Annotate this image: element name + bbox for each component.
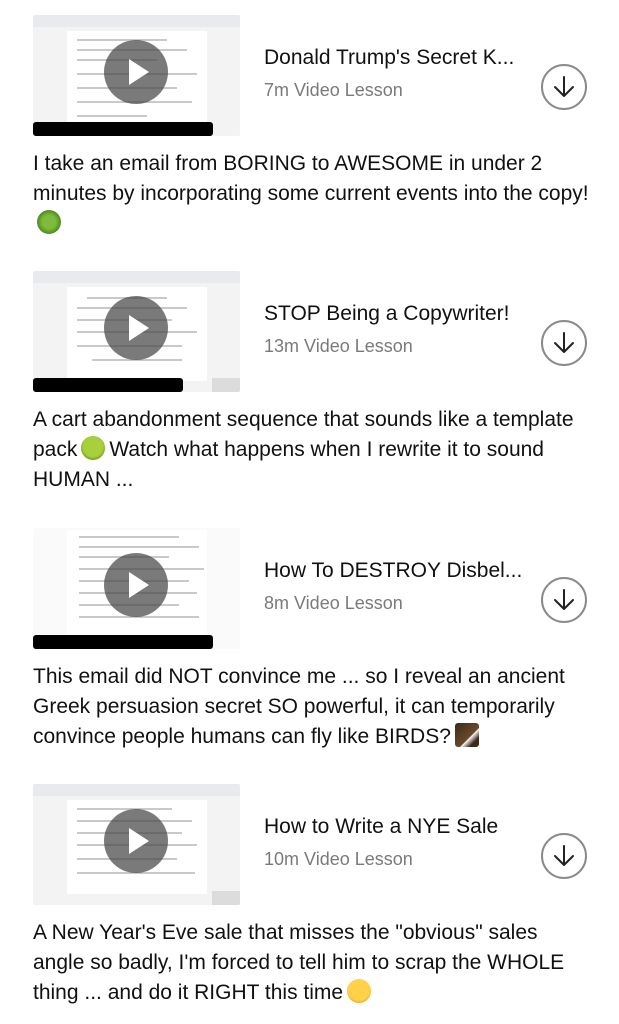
download-button[interactable] — [541, 64, 587, 110]
lesson-title[interactable]: STOP Being a Copywriter! — [264, 301, 534, 327]
redaction-bar — [33, 635, 213, 649]
scrollbar — [212, 378, 240, 392]
arrow-down-icon — [554, 76, 574, 97]
lesson-title[interactable]: How To DESTROY Disbel... — [264, 558, 534, 584]
scrollbar — [212, 891, 240, 905]
redaction-bar — [33, 122, 213, 136]
lesson-title[interactable]: Donald Trump's Secret K... — [264, 45, 534, 71]
virus-icon — [37, 210, 61, 234]
eagle-icon — [454, 723, 479, 747]
description-text: This email did NOT convince me ... so I … — [33, 665, 565, 748]
lesson-meta: 7m Video Lesson — [264, 80, 403, 100]
lesson-description: A cart abandonment sequence that sounds … — [33, 405, 593, 495]
video-thumbnail[interactable] — [33, 528, 240, 649]
arrow-down-icon — [554, 589, 574, 610]
lesson-description: A New Year's Eve sale that misses the "o… — [33, 918, 593, 1008]
play-icon[interactable] — [104, 40, 168, 104]
description-text: I take an email from BORING to AWESOME i… — [33, 152, 589, 205]
doc-toolbar — [33, 15, 240, 27]
doc-toolbar — [33, 271, 240, 283]
lesson-description: This email did NOT convince me ... so I … — [33, 662, 593, 752]
lesson-meta: 10m Video Lesson — [264, 849, 413, 869]
lesson-title[interactable]: How to Write a NYE Sale — [264, 814, 534, 840]
lesson-meta: 8m Video Lesson — [264, 593, 403, 613]
play-icon[interactable] — [104, 809, 168, 873]
angry-face-icon — [347, 979, 372, 1003]
nauseated-face-icon — [81, 436, 106, 460]
description-text: Watch what happens when I rewrite it to … — [33, 438, 544, 491]
download-button[interactable] — [541, 320, 587, 366]
arrow-down-icon — [554, 845, 574, 866]
play-icon[interactable] — [104, 296, 168, 360]
video-thumbnail[interactable] — [33, 271, 240, 392]
redaction-bar — [33, 378, 183, 392]
video-thumbnail[interactable] — [33, 784, 240, 905]
download-button[interactable] — [541, 833, 587, 879]
lesson-description: I take an email from BORING to AWESOME i… — [33, 149, 593, 239]
doc-toolbar — [33, 784, 240, 796]
lesson-meta: 13m Video Lesson — [264, 336, 413, 356]
arrow-down-icon — [554, 332, 574, 353]
play-icon[interactable] — [104, 553, 168, 617]
video-thumbnail[interactable] — [33, 15, 240, 136]
download-button[interactable] — [541, 577, 587, 623]
description-text: A New Year's Eve sale that misses the "o… — [33, 921, 565, 1004]
